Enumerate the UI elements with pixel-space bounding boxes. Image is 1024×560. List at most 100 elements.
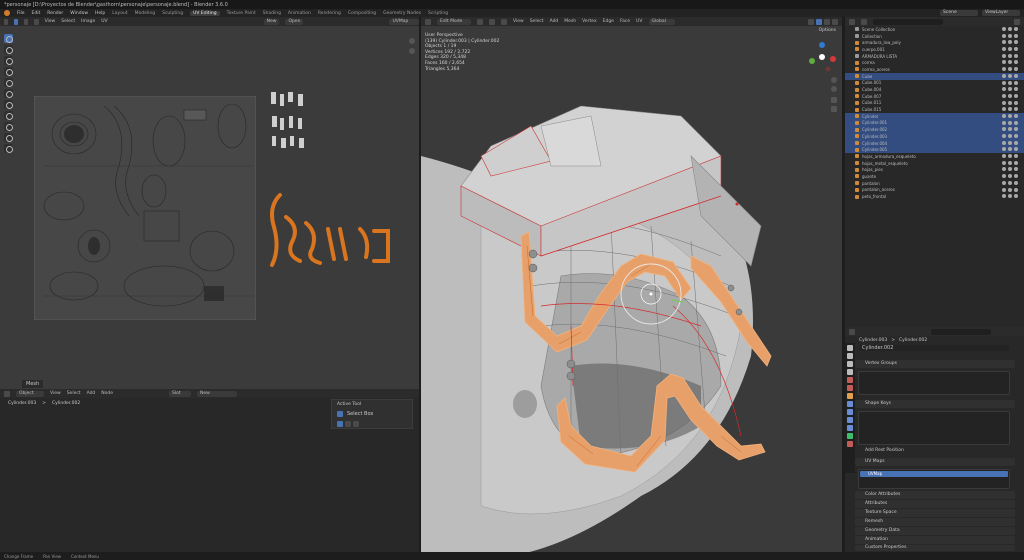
visibility-toggles[interactable] [1002, 167, 1020, 172]
texture-space-panel[interactable]: Texture Space [855, 509, 1015, 517]
eye-icon[interactable] [1014, 60, 1018, 65]
eye-icon[interactable] [1002, 73, 1006, 78]
outliner-row[interactable]: Cube.011 [845, 100, 1024, 107]
object-tab-icon[interactable] [847, 393, 853, 399]
vp-menu-uv[interactable]: UV [636, 19, 642, 24]
eye-icon[interactable] [1008, 33, 1012, 38]
pan-hand-icon[interactable] [831, 86, 837, 94]
eye-icon[interactable] [1014, 80, 1018, 85]
eye-icon[interactable] [1008, 40, 1012, 45]
outliner-row[interactable]: Cube.015 [845, 106, 1024, 113]
uv-map-item[interactable]: UVMap [860, 471, 1008, 477]
outliner-row[interactable]: peto_frontal [845, 193, 1024, 200]
eye-icon[interactable] [1002, 134, 1006, 138]
visibility-toggles[interactable] [1002, 100, 1020, 105]
uv-menu-select[interactable]: Select [61, 19, 75, 24]
camera-icon[interactable] [831, 97, 837, 105]
eye-icon[interactable] [1002, 107, 1006, 112]
eye-icon[interactable] [1008, 187, 1012, 192]
menu-help[interactable]: Help [95, 11, 105, 16]
eye-icon[interactable] [1008, 147, 1012, 152]
object-mode-dropdown[interactable]: Object [16, 390, 44, 397]
navigation-gizmo[interactable] [806, 41, 838, 73]
render-tab-icon[interactable] [847, 353, 853, 359]
editor-type-icon[interactable] [4, 18, 9, 25]
eye-icon[interactable] [1014, 174, 1018, 179]
material-tab-icon[interactable] [847, 441, 853, 447]
visibility-toggles[interactable] [1002, 73, 1020, 78]
modifier-tab-icon[interactable] [847, 401, 853, 407]
geometry-data-panel[interactable]: Geometry Data [855, 527, 1015, 535]
tool-tab-icon[interactable] [847, 345, 853, 351]
tab-animation[interactable]: Animation [288, 11, 311, 16]
eye-icon[interactable] [1014, 154, 1018, 159]
image-new-button[interactable]: New [263, 18, 280, 25]
eye-icon[interactable] [1014, 40, 1018, 45]
visibility-toggles[interactable] [1002, 40, 1020, 45]
outliner-row[interactable]: Cylinder.001 [845, 119, 1024, 127]
world-tab-icon[interactable] [847, 385, 853, 391]
visibility-toggles[interactable] [1002, 120, 1020, 125]
eye-icon[interactable] [1002, 60, 1006, 65]
eye-icon[interactable] [1008, 67, 1012, 72]
menu-file[interactable]: File [17, 11, 25, 16]
eye-icon[interactable] [1014, 194, 1018, 199]
outliner-row[interactable]: guante [845, 173, 1024, 180]
node-menu-select[interactable]: Select [67, 391, 81, 396]
eye-icon[interactable] [1014, 160, 1018, 165]
eye-icon[interactable] [1008, 140, 1012, 145]
display-mode-icon[interactable] [861, 18, 867, 25]
material-new-button[interactable]: New [197, 390, 238, 397]
3d-viewport[interactable]: Edit Mode View Select Add Mesh Vertex Ed… [421, 17, 842, 556]
visibility-toggles[interactable] [1002, 93, 1020, 98]
vp-menu-mesh[interactable]: Mesh [564, 19, 576, 24]
visibility-toggles[interactable] [1002, 53, 1020, 58]
eye-icon[interactable] [1002, 80, 1006, 85]
eye-icon[interactable] [1008, 154, 1012, 159]
animation-panel[interactable]: Animation [855, 536, 1015, 544]
uvmap-field[interactable]: UVMap [389, 18, 419, 25]
eye-icon[interactable] [1002, 93, 1006, 98]
attributes-panel[interactable]: Attributes [855, 500, 1015, 508]
tab-compositing[interactable]: Compositing [348, 11, 376, 16]
eye-icon[interactable] [1002, 160, 1006, 165]
tool-rotate-icon[interactable] [4, 67, 13, 76]
uv-menu-view[interactable]: View [45, 19, 56, 24]
visibility-toggles[interactable] [1002, 87, 1020, 92]
outliner-row[interactable]: pantalon [845, 180, 1024, 187]
eye-icon[interactable] [1014, 167, 1018, 172]
menu-render[interactable]: Render [47, 11, 63, 16]
eye-icon[interactable] [1002, 40, 1006, 45]
tab-shading[interactable]: Shading [263, 11, 281, 16]
mode-new-icon[interactable] [337, 421, 343, 427]
node-menu-add[interactable]: Add [87, 391, 96, 396]
eye-icon[interactable] [1002, 187, 1006, 192]
view-layer-tab-icon[interactable] [847, 369, 853, 375]
tool-annotate-icon[interactable] [4, 100, 13, 109]
tab-uv-editing[interactable]: UV Editing [190, 10, 220, 16]
eye-icon[interactable] [1002, 113, 1006, 118]
mode-add-icon[interactable] [345, 421, 351, 427]
pan-hand-icon[interactable] [409, 48, 415, 56]
filter-icon[interactable] [1014, 18, 1020, 25]
visibility-toggles[interactable] [1002, 180, 1020, 185]
custom-properties-panel[interactable]: Custom Properties [855, 545, 1015, 551]
eye-icon[interactable] [1008, 127, 1012, 132]
mode-subtract-icon[interactable] [353, 421, 359, 427]
blender-logo-icon[interactable] [4, 10, 10, 16]
face-select-icon[interactable] [501, 18, 507, 25]
eye-icon[interactable] [1002, 100, 1006, 105]
mesh-name-field[interactable]: Cylinder.002 [859, 345, 1009, 351]
eye-icon[interactable] [1008, 87, 1012, 92]
eye-icon[interactable] [1014, 33, 1018, 38]
eye-icon[interactable] [1008, 174, 1012, 179]
eye-icon[interactable] [1002, 140, 1006, 145]
eye-icon[interactable] [1014, 100, 1018, 105]
image-open-button[interactable]: Open [285, 18, 304, 25]
eye-icon[interactable] [1002, 33, 1006, 38]
tool-scale-icon[interactable] [4, 78, 13, 87]
editor-type-icon[interactable] [4, 390, 10, 397]
visibility-toggles[interactable] [1002, 147, 1020, 152]
eye-icon[interactable] [1002, 87, 1006, 92]
outliner-row[interactable]: Cylinder.005 [845, 146, 1024, 154]
